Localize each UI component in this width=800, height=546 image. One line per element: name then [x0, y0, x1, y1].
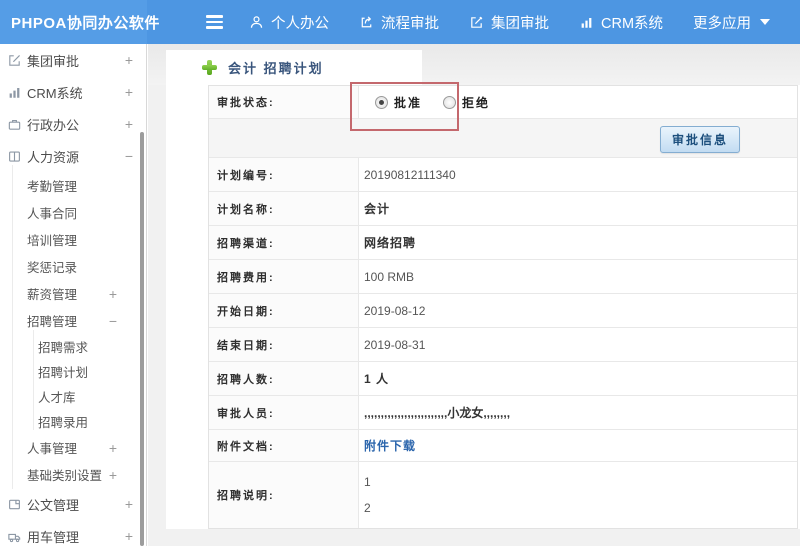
- nav-more-apps[interactable]: 更多应用: [693, 12, 771, 33]
- expander[interactable]: +: [125, 116, 133, 132]
- sidebar-item-training[interactable]: 培训管理: [0, 226, 146, 253]
- sidebar-item-reward-punish[interactable]: 奖惩记录: [0, 253, 146, 280]
- field-value: 20190812111340: [364, 167, 456, 182]
- sidebar-item-crm[interactable]: CRM系统 +: [0, 76, 146, 108]
- row-recruit-cost: 招聘费用: 100 RMB: [209, 260, 797, 294]
- sidebar-item-salary[interactable]: 薪资管理 +: [0, 280, 146, 307]
- detail-table: 审批状态: 批准 拒绝 审批信息 计划编号: 20190812111340 计划…: [208, 85, 798, 529]
- field-label: 审批人员:: [209, 396, 359, 429]
- field-label: 开始日期:: [209, 294, 359, 327]
- plus-icon: [202, 60, 217, 75]
- edit-icon: [469, 15, 484, 30]
- expander[interactable]: +: [109, 467, 117, 483]
- field-value: 1 人: [364, 372, 390, 386]
- description-value: 1 2: [364, 475, 371, 515]
- sidebar-item-hr-contract[interactable]: 人事合同: [0, 199, 146, 226]
- truck-icon: [7, 529, 22, 544]
- sidebar-item-personnel-mgmt[interactable]: 人事管理 +: [0, 434, 146, 461]
- approval-status-value: 批准 拒绝: [359, 86, 797, 118]
- attachment-download-link[interactable]: 附件下载: [364, 437, 416, 454]
- field-label: 审批状态:: [209, 86, 359, 118]
- nav-group-approval[interactable]: 集团审批: [469, 12, 549, 33]
- radio-approve[interactable]: [375, 95, 388, 109]
- row-start-date: 开始日期: 2019-08-12: [209, 294, 797, 328]
- bar-chart-icon: [7, 85, 22, 100]
- sidebar: 集团审批 + CRM系统 + 行政办公 + 人力资源 − 考勤管理 人事合同 培…: [0, 44, 147, 546]
- sidebar-item-vehicle-mgmt[interactable]: 用车管理 +: [0, 520, 146, 546]
- expander[interactable]: +: [125, 52, 133, 68]
- row-attachment: 附件文档: 附件下载: [209, 430, 797, 462]
- row-description: 招聘说明: 1 2: [209, 462, 797, 528]
- document-icon: [7, 497, 22, 512]
- field-label: 招聘人数:: [209, 362, 359, 395]
- sidebar-item-recruit-mgmt[interactable]: 招聘管理 −: [0, 307, 146, 334]
- active-tab-recruit-plan[interactable]: 会计 招聘计划: [166, 50, 422, 85]
- row-approvers: 审批人员: ,,,,,,,,,,,,,,,,,,,,,,,,,小龙女,,,,,,…: [209, 396, 797, 430]
- field-label: 计划编号:: [209, 158, 359, 191]
- sidebar-item-talent-pool[interactable]: 人才库: [0, 384, 146, 409]
- nav-personal-office[interactable]: 个人办公: [249, 12, 329, 33]
- sidebar-item-document-mgmt[interactable]: 公文管理 +: [0, 488, 146, 520]
- row-plan-number: 计划编号: 20190812111340: [209, 158, 797, 192]
- sidebar-item-group-approval[interactable]: 集团审批 +: [0, 44, 146, 76]
- flow-icon: [359, 15, 374, 30]
- field-label: 招聘费用:: [209, 260, 359, 293]
- row-end-date: 结束日期: 2019-08-31: [209, 328, 797, 362]
- row-approval-status: 审批状态: 批准 拒绝: [209, 86, 797, 119]
- caret-down-icon: [760, 19, 771, 25]
- field-value: 2019-08-12: [364, 303, 426, 318]
- expander[interactable]: +: [109, 286, 117, 302]
- edit-square-icon: [7, 53, 22, 68]
- field-value: 会计: [364, 202, 391, 216]
- field-label: 计划名称:: [209, 192, 359, 225]
- page-title: 会计 招聘计划: [228, 61, 324, 76]
- collapse-expander[interactable]: −: [109, 313, 117, 329]
- field-label: 结束日期:: [209, 328, 359, 361]
- nav-crm-system[interactable]: CRM系统: [579, 12, 663, 33]
- expander[interactable]: +: [125, 496, 133, 512]
- radio-reject[interactable]: [443, 95, 457, 109]
- user-icon: [249, 15, 264, 30]
- sidebar-item-hr[interactable]: 人力资源 −: [0, 140, 146, 172]
- nav-process-approval[interactable]: 流程审批: [359, 12, 439, 33]
- approval-button-bar: 审批信息: [209, 119, 797, 157]
- main-content: 会计 招聘计划 审批状态: 批准 拒绝 审批信息 计划编号: 201908121…: [148, 44, 800, 546]
- field-value: ,,,,,,,,,,,,,,,,,,,,,,,,,小龙女,,,,,,,,: [364, 406, 511, 420]
- app-window: PHPOA协同办公软件 个人办公 流程审批 集团审批 CRM系统 更多应用 集团…: [0, 0, 800, 546]
- expander[interactable]: +: [109, 440, 117, 456]
- sidebar-scrollbar-thumb[interactable]: [140, 132, 144, 546]
- collapse-expander[interactable]: −: [125, 148, 133, 164]
- approval-info-button[interactable]: 审批信息: [659, 126, 740, 153]
- sidebar-item-recruit-plan[interactable]: 招聘计划: [0, 359, 146, 384]
- row-recruit-channel: 招聘渠道: 网络招聘: [209, 226, 797, 260]
- row-plan-name: 计划名称: 会计: [209, 192, 797, 226]
- book-icon: [7, 149, 22, 164]
- sidebar-item-base-category[interactable]: 基础类别设置 +: [0, 461, 146, 488]
- hamburger-menu-icon[interactable]: [206, 12, 223, 32]
- field-value: 网络招聘: [364, 236, 417, 250]
- tab-bar: 会计 招聘计划: [148, 44, 800, 85]
- sidebar-item-recruit-demand[interactable]: 招聘需求: [0, 334, 146, 359]
- expander[interactable]: +: [125, 84, 133, 100]
- field-label: 招聘渠道:: [209, 226, 359, 259]
- app-logo: PHPOA协同办公软件: [0, 0, 159, 44]
- field-value: 100 RMB: [364, 269, 415, 284]
- topbar: PHPOA协同办公软件 个人办公 流程审批 集团审批 CRM系统 更多应用: [0, 0, 800, 44]
- sidebar-item-recruit-hire[interactable]: 招聘录用: [0, 409, 146, 434]
- sidebar-item-attendance[interactable]: 考勤管理: [0, 172, 146, 199]
- row-approval-action: 审批信息: [209, 119, 797, 158]
- field-value: 2019-08-31: [364, 337, 426, 352]
- row-headcount: 招聘人数: 1 人: [209, 362, 797, 396]
- field-label: 招聘说明:: [209, 462, 359, 528]
- bar-chart-icon: [579, 15, 594, 30]
- radio-reject-label[interactable]: 拒绝: [462, 94, 490, 111]
- field-label: 附件文档:: [209, 430, 359, 461]
- sidebar-item-admin-office[interactable]: 行政办公 +: [0, 108, 146, 140]
- briefcase-icon: [7, 117, 22, 132]
- radio-approve-label[interactable]: 批准: [394, 94, 422, 111]
- expander[interactable]: +: [125, 528, 133, 544]
- top-navigation: 个人办公 流程审批 集团审批 CRM系统 更多应用: [249, 12, 800, 33]
- detail-panel: 审批状态: 批准 拒绝 审批信息 计划编号: 20190812111340 计划…: [166, 85, 800, 529]
